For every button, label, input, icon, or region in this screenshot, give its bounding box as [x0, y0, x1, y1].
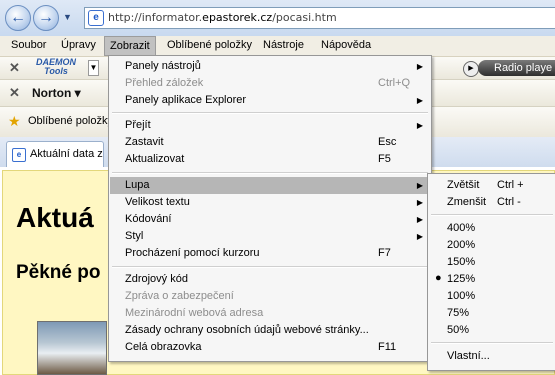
menu-item-encoding[interactable]: Kódování ▶ — [110, 211, 430, 228]
address-bar-area: ← → ▼ e http://informator.epastorek.cz/p… — [0, 0, 555, 36]
menu-item-caret-browsing[interactable]: Procházení pomocí kurzoru F7 — [110, 245, 430, 262]
back-button[interactable]: ← — [5, 5, 31, 31]
daemon-tools-logo: DAEMON Tools — [36, 57, 76, 76]
menu-nastroje[interactable]: Nástroje — [258, 36, 309, 56]
zoom-level-125[interactable]: ● 125% — [429, 271, 555, 288]
url-text: http://informator.epastorek.cz/pocasi.ht… — [108, 11, 337, 24]
zoom-out-item[interactable]: Zmenšit Ctrl - — [429, 194, 555, 211]
page-icon: e — [88, 10, 104, 26]
zoom-in-item[interactable]: Zvětšit Ctrl + — [429, 177, 555, 194]
zoom-level-75[interactable]: 75% — [429, 305, 555, 322]
menu-item-bookmarks-overview: Přehled záložek Ctrl+Q — [125, 77, 411, 89]
menu-item-toolbars[interactable]: Panely nástrojů ▶ — [110, 58, 430, 75]
favorites-button[interactable]: Oblíbené položky — [28, 115, 113, 127]
menu-separator — [112, 172, 428, 174]
menu-item-privacy-policy[interactable]: Zásady ochrany osobních údajů webové str… — [110, 322, 430, 339]
submenu-arrow-icon: ▶ — [416, 96, 423, 105]
menu-bar: Soubor Úpravy Zobrazit Oblíbené položky … — [0, 36, 555, 57]
close-toolbar-icon[interactable]: ✕ — [9, 60, 20, 76]
menu-item-security-report: Zpráva o zabezpečení — [125, 290, 234, 302]
tab-page-icon: e — [12, 148, 26, 162]
menu-item-refresh[interactable]: Aktualizovat F5 — [110, 151, 430, 168]
tab-current[interactable]: e Aktuální data z — [6, 141, 104, 167]
submenu-arrow-icon: ▶ — [416, 198, 423, 207]
selected-bullet-icon: ● — [435, 272, 442, 284]
norton-button[interactable]: Norton ▾ — [32, 86, 81, 100]
submenu-arrow-icon: ▶ — [416, 121, 423, 130]
submenu-arrow-icon: ▶ — [416, 215, 423, 224]
menu-item-stop[interactable]: Zastavit Esc — [110, 134, 430, 151]
menu-napoveda[interactable]: Nápověda — [316, 36, 376, 56]
play-icon[interactable]: ▶ — [463, 61, 479, 77]
menu-zobrazit[interactable]: Zobrazit — [104, 36, 156, 56]
menu-separator — [112, 266, 428, 268]
zoom-level-150[interactable]: 150% — [429, 254, 555, 271]
submenu-arrow-icon: ▶ — [416, 181, 423, 190]
menu-item-zoom[interactable]: Lupa ▶ — [110, 177, 430, 194]
menu-separator — [431, 342, 553, 344]
zoom-level-100[interactable]: 100% — [429, 288, 555, 305]
page-heading: Aktuá — [16, 202, 94, 233]
zoom-level-400[interactable]: 400% — [429, 220, 555, 237]
menu-item-go-to[interactable]: Přejít ▶ — [110, 117, 430, 134]
tab-label: Aktuální data z — [30, 148, 103, 160]
menu-oblibene-polozky[interactable]: Oblíbené položky — [162, 36, 257, 56]
history-dropdown-icon[interactable]: ▼ — [63, 12, 72, 22]
menu-soubor[interactable]: Soubor — [6, 36, 51, 56]
menu-item-text-size[interactable]: Velikost textu ▶ — [110, 194, 430, 211]
menu-item-full-screen[interactable]: Celá obrazovka F11 — [110, 339, 430, 356]
daemon-dropdown-icon[interactable]: ▼ — [88, 60, 99, 76]
zoom-submenu: Zvětšit Ctrl + Zmenšit Ctrl - 400% 200% 15… — [427, 173, 555, 371]
address-input[interactable]: e http://informator.epastorek.cz/pocasi.… — [84, 7, 555, 29]
zoom-level-200[interactable]: 200% — [429, 237, 555, 254]
submenu-arrow-icon: ▶ — [416, 62, 423, 71]
menu-separator — [431, 214, 553, 216]
page-subheading: Pěkné po — [16, 262, 101, 283]
zoom-level-50[interactable]: 50% — [429, 322, 555, 339]
forward-button[interactable]: → — [33, 5, 59, 31]
menu-item-source[interactable]: Zdrojový kód — [110, 271, 430, 288]
view-menu: Panely nástrojů ▶ Přehled záložek Ctrl+Q P… — [108, 55, 432, 362]
zoom-custom-item[interactable]: Vlastní... — [429, 348, 555, 365]
house-photo — [37, 321, 107, 375]
close-norton-toolbar-icon[interactable]: ✕ — [9, 85, 20, 101]
menu-item-international-address: Mezinárodní webová adresa — [125, 307, 264, 319]
menu-item-explorer-bars[interactable]: Panely aplikace Explorer ▶ — [110, 92, 430, 109]
menu-upravy[interactable]: Úpravy — [56, 36, 101, 56]
submenu-arrow-icon: ▶ — [416, 232, 423, 241]
radio-player-button[interactable]: Radio playe — [478, 60, 555, 76]
menu-item-style[interactable]: Styl ▶ — [110, 228, 430, 245]
favorites-star-icon[interactable]: ★ — [8, 113, 21, 130]
menu-separator — [112, 112, 428, 114]
